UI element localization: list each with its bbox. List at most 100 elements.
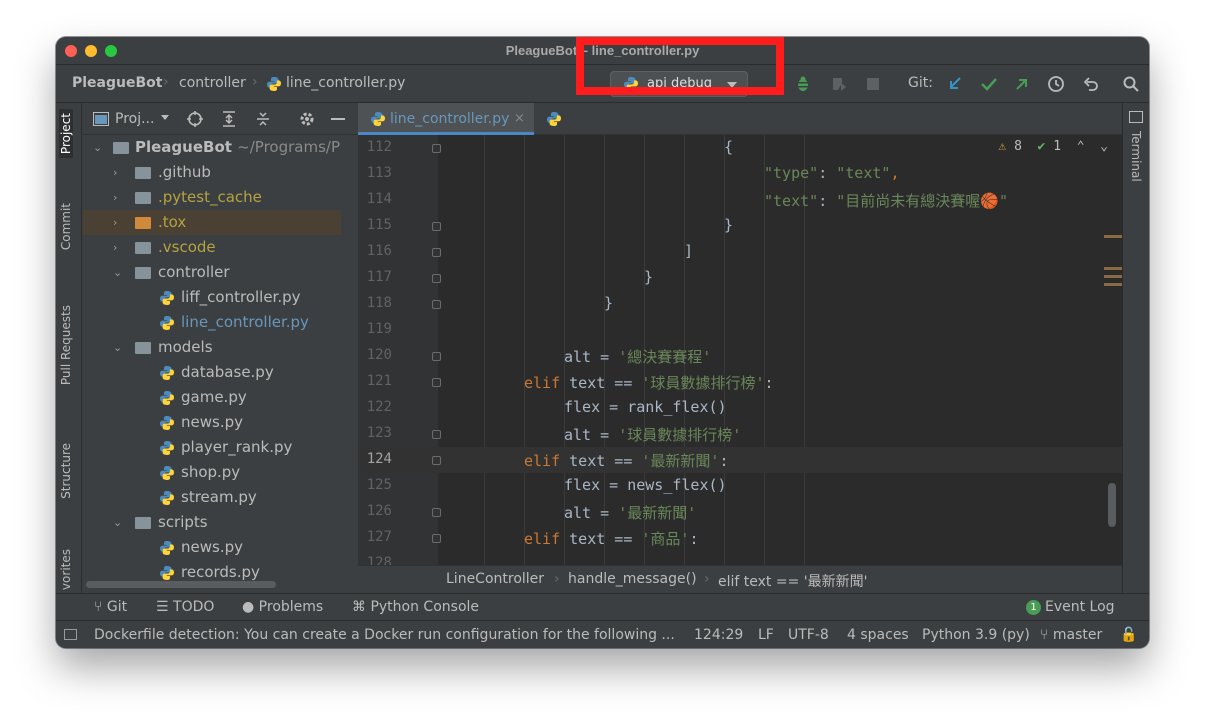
fold-marker-icon[interactable]	[432, 352, 441, 361]
python-file-icon	[160, 566, 174, 580]
tab-line-controller[interactable]: line_controller.py ×	[358, 103, 534, 135]
nav-crumb-folder[interactable]: controller	[179, 75, 246, 91]
folder-icon	[135, 517, 151, 529]
tree-item-label: .vscode	[158, 238, 216, 256]
chevron-down-icon: ⌄	[93, 141, 103, 154]
gear-icon[interactable]	[299, 111, 315, 127]
fold-marker-icon[interactable]	[432, 222, 441, 231]
error-stripe-marker[interactable]	[1104, 275, 1122, 278]
search-icon[interactable]	[1122, 75, 1140, 93]
tree-item-stream[interactable]: stream.py	[83, 485, 341, 510]
folder-icon	[135, 267, 151, 279]
status-message[interactable]: Dockerfile detection: You can create a D…	[94, 627, 675, 643]
breadcrumb-class[interactable]: LineController	[446, 571, 544, 587]
fold-marker-icon[interactable]	[432, 300, 441, 309]
git-branch-widget[interactable]: ⑂ master	[1040, 627, 1102, 643]
nav-crumb-project[interactable]: PleagueBot	[72, 75, 162, 91]
history-icon[interactable]	[1047, 75, 1065, 93]
tree-item-shop[interactable]: shop.py	[83, 460, 341, 485]
fold-marker-icon[interactable]	[432, 378, 441, 387]
tree-item-line-controller[interactable]: line_controller.py	[83, 310, 341, 335]
fold-marker-icon[interactable]	[432, 534, 441, 543]
event-count-badge: 1	[1026, 600, 1041, 615]
file-encoding[interactable]: UTF-8	[788, 627, 829, 643]
debug-icon[interactable]	[794, 75, 812, 93]
stop-icon[interactable]	[864, 75, 882, 93]
error-stripe-marker[interactable]	[1104, 235, 1122, 238]
python-console-button[interactable]: ⌘ Python Console	[352, 599, 479, 615]
rollback-icon[interactable]	[1082, 75, 1100, 93]
code-line: 113 "type": "text",	[358, 161, 1122, 187]
event-log-button[interactable]: 1 Event Log	[1026, 599, 1115, 615]
project-horizontal-scrollbar[interactable]	[86, 581, 276, 588]
pull-requests-tool-tab[interactable]: Pull Requests	[59, 305, 73, 385]
tree-item-game[interactable]: game.py	[83, 385, 341, 410]
expand-all-icon[interactable]	[221, 111, 237, 127]
tree-item-player-rank[interactable]: player_rank.py	[83, 435, 341, 460]
todo-tool-button[interactable]: ☰ TODO	[156, 599, 214, 615]
fold-marker-icon[interactable]	[432, 144, 441, 153]
run-config-label: api debug	[647, 76, 712, 91]
error-stripe-marker[interactable]	[1104, 267, 1122, 270]
tree-item-pytest-cache[interactable]: › .pytest_cache	[83, 185, 341, 210]
run-config-selector[interactable]: api debug	[610, 71, 748, 97]
tree-item-scripts[interactable]: ⌄ scripts	[83, 510, 341, 535]
tree-item-database[interactable]: database.py	[83, 360, 341, 385]
tree-item-label: controller	[158, 263, 230, 281]
code-area[interactable]: ⚠ 8 ✔ 1 ⌃ ⌄ 112 { 113 "type": "text", 11…	[358, 135, 1122, 565]
python-interpreter[interactable]: Python 3.9 (py)	[922, 627, 1030, 643]
tree-item-vscode[interactable]: › .vscode	[83, 235, 341, 260]
commit-tool-tab[interactable]: Commit	[59, 203, 73, 250]
python-file-icon	[267, 77, 281, 91]
tree-item-models[interactable]: ⌄ models	[83, 335, 341, 360]
locate-file-icon[interactable]	[187, 111, 203, 127]
tree-item-liff-controller[interactable]: liff_controller.py	[83, 285, 341, 310]
favorites-tool-tab[interactable]: vorites	[59, 549, 73, 590]
structure-tool-tab[interactable]: Structure	[59, 443, 73, 499]
breadcrumb-method[interactable]: handle_message()	[568, 571, 697, 587]
line-separator[interactable]: LF	[758, 627, 774, 643]
fold-marker-icon[interactable]	[432, 274, 441, 283]
git-update-icon[interactable]	[946, 75, 964, 93]
line-number: 121	[366, 373, 392, 389]
git-commit-icon[interactable]	[980, 75, 998, 93]
cursor-position[interactable]: 124:29	[694, 627, 743, 643]
breadcrumb-branch[interactable]: elif text == '最新新聞'	[718, 571, 867, 591]
tree-item-github[interactable]: › .github	[83, 160, 341, 185]
line-number: 120	[366, 347, 392, 363]
hide-panel-icon[interactable]	[331, 118, 345, 120]
tree-item-controller[interactable]: ⌄ controller	[83, 260, 341, 285]
collapse-all-icon[interactable]	[255, 111, 271, 127]
fold-marker-icon[interactable]	[432, 430, 441, 439]
tree-item-tox[interactable]: › .tox	[83, 210, 341, 235]
folder-icon	[135, 342, 151, 354]
nav-crumb-file[interactable]: line_controller.py	[286, 75, 405, 91]
editor-vertical-scrollbar[interactable]	[1108, 483, 1116, 527]
toggle-tool-windows-icon[interactable]	[64, 629, 77, 640]
error-stripe-marker[interactable]	[1104, 283, 1122, 286]
close-icon[interactable]: ×	[514, 111, 525, 126]
fold-marker-icon[interactable]	[432, 508, 441, 517]
run-with-coverage-icon[interactable]	[830, 75, 848, 93]
project-tool-tab[interactable]: Project	[59, 109, 73, 159]
chevron-down-icon	[161, 115, 169, 120]
project-view-selector[interactable]: Proj...	[115, 111, 154, 127]
fold-marker-icon[interactable]	[432, 456, 441, 465]
chevron-right-icon: ›	[113, 241, 118, 254]
line-number: 116	[366, 243, 392, 259]
tab-second-file[interactable]	[536, 103, 576, 135]
lock-icon[interactable]: 🔓	[1120, 627, 1137, 643]
python-file-icon	[160, 441, 174, 455]
indent-setting[interactable]: 4 spaces	[847, 627, 909, 643]
tree-item-scripts-news[interactable]: news.py	[83, 535, 341, 560]
chevron-right-icon: ›	[163, 74, 169, 90]
git-tool-button[interactable]: ⑂ Git	[94, 599, 127, 615]
fold-marker-icon[interactable]	[432, 248, 441, 257]
code-line: 127 elif text == '商品':	[358, 525, 1122, 551]
problems-tool-button[interactable]: ● Problems	[242, 599, 323, 615]
git-push-icon[interactable]	[1013, 75, 1031, 93]
tree-item-news[interactable]: news.py	[83, 410, 341, 435]
left-tool-stripe: Project Commit Pull Requests Structure v…	[56, 103, 82, 593]
terminal-tool-tab[interactable]: Terminal	[1129, 131, 1143, 182]
tree-item-root[interactable]: ⌄ PleagueBot ~/Programs/P	[83, 135, 341, 160]
